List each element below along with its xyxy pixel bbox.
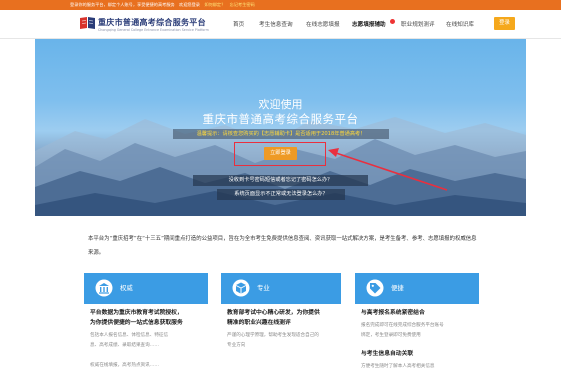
card-convenient-text-3: 方便考生随时了解本人高考相关信息 bbox=[361, 364, 435, 369]
card-convenient-text-2: 绑定，考生登录即可免费使用 bbox=[361, 333, 421, 338]
card-authority-text-1: 包括本人报名信息、体检信息、特征信 bbox=[90, 333, 169, 338]
nav-score-query[interactable]: 考生信息查询 bbox=[259, 20, 293, 28]
card-professional-header: 专业 bbox=[221, 273, 341, 304]
nav-knowledge-base[interactable]: 在线知识库 bbox=[446, 20, 474, 28]
new-badge-dot bbox=[390, 19, 395, 24]
card-convenient-heading-1: 与高考报名系统紧密结合 bbox=[361, 310, 425, 316]
card-authority-heading-2: 为你提供便捷的一站式信息获取服务 bbox=[90, 320, 183, 326]
page: 登录你的服务平台，绑定个人账号，享受便捷的高考服务 欢迎您登录 如何绑定？ 忘记… bbox=[0, 0, 561, 386]
nav-online-application[interactable]: 在线志愿填报 bbox=[306, 20, 340, 28]
top-notice-text: 登录你的服务平台，绑定个人账号，享受便捷的高考服务 bbox=[70, 2, 175, 7]
nav-application-assist[interactable]: 志愿填报辅助 bbox=[352, 20, 386, 28]
card-authority-title: 权威 bbox=[120, 284, 133, 292]
red-arrow-icon bbox=[328, 148, 448, 191]
nav-career-test[interactable]: 职业规划测评 bbox=[401, 20, 435, 28]
tag-icon bbox=[366, 279, 384, 297]
site-subtitle: Chongqing General College Entrance Exami… bbox=[98, 28, 209, 32]
card-professional-title: 专业 bbox=[257, 284, 270, 292]
card-professional-heading-1: 教育部考试中心精心研发，为你提供 bbox=[227, 310, 320, 316]
card-convenient-heading-2: 与考生信息自动关联 bbox=[361, 351, 414, 357]
site-title[interactable]: 重庆市普通高考综合服务平台 bbox=[98, 17, 206, 28]
bank-icon bbox=[95, 279, 113, 297]
login-button[interactable]: 登录 bbox=[494, 17, 515, 30]
site-header: 重庆市普通高考综合服务平台 Chongqing General College … bbox=[0, 10, 561, 38]
card-authority-heading-1: 平台数据为重庆市教育考试院授权， bbox=[90, 310, 183, 316]
card-authority-text-3: 权威在线填报，高考热点资讯…… bbox=[90, 363, 159, 368]
top-notice-bar: 登录你的服务平台，绑定个人账号，享受便捷的高考服务 欢迎您登录 如何绑定？ 忘记… bbox=[0, 0, 561, 10]
card-convenient-title: 便捷 bbox=[391, 284, 404, 292]
card-authority-text-2: 息、高考成绩、录取结果查询…… bbox=[90, 343, 159, 348]
card-convenient-header: 便捷 bbox=[355, 273, 479, 304]
forgot-password-link[interactable]: 忘记考生密码 bbox=[230, 2, 255, 7]
card-professional-text-2: 专业方向 bbox=[227, 343, 246, 348]
logo-icon[interactable] bbox=[79, 16, 96, 31]
card-professional-text-1: 严谨的心理学原理，帮助考生发现适合自己的 bbox=[227, 333, 319, 338]
card-professional-heading-2: 精准的职业兴趣在线测评 bbox=[227, 320, 291, 326]
how-to-bind-link[interactable]: 如何绑定？ bbox=[204, 2, 225, 7]
top-welcome-text: 欢迎您登录 bbox=[179, 2, 200, 7]
hero-banner: 欢迎使用 重庆市普通高考综合服务平台 温馨提示：请核查您购买的【志愿辅助卡】是否… bbox=[35, 39, 526, 216]
platform-intro: 本平台为“重庆招考”在“十三五”期间重点打造的公益项目，旨在为全市考生免费提供信… bbox=[88, 236, 477, 256]
card-authority-header: 权威 bbox=[84, 273, 208, 304]
nav-home[interactable]: 首页 bbox=[233, 20, 244, 28]
card-convenient-text-1: 报名完成即可在线完成综合服务平台账号 bbox=[361, 323, 444, 328]
cube-icon bbox=[232, 279, 250, 297]
